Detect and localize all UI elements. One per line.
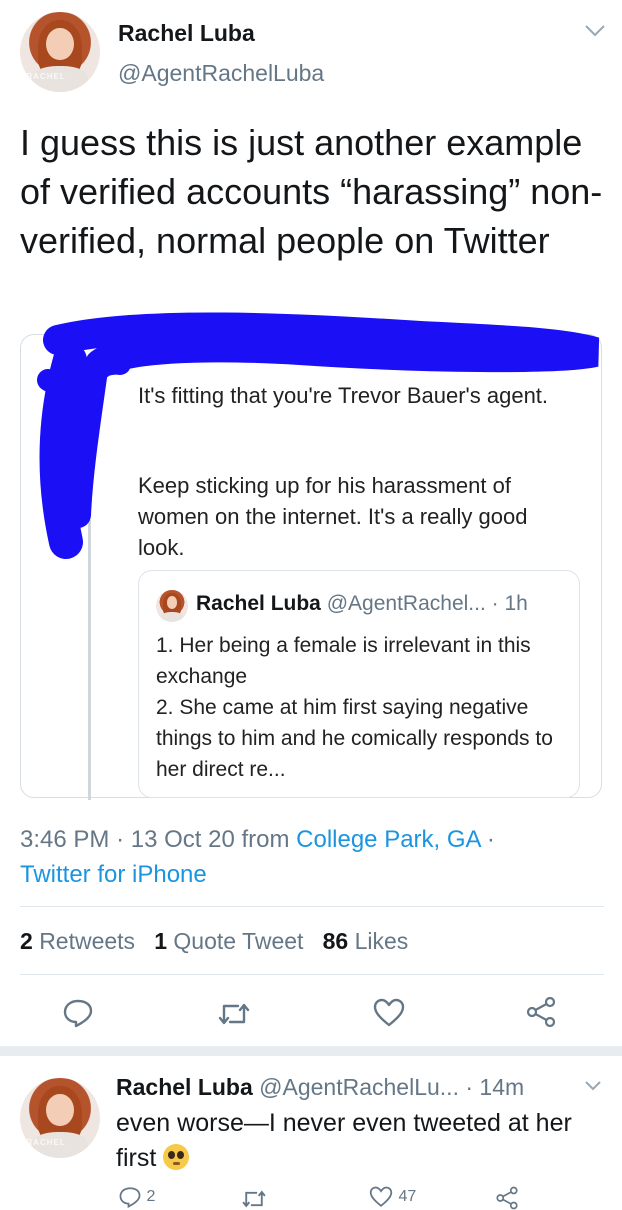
source-link[interactable]: Twitter for iPhone [20, 861, 207, 888]
nested-author-name: Rachel Luba [196, 592, 321, 615]
nested-avatar [156, 590, 188, 622]
retweets-count: 2 [20, 928, 33, 954]
meta-separator: · [116, 826, 125, 853]
reply-author-handle[interactable]: @AgentRachelLu... [259, 1074, 459, 1100]
section-separator [0, 1046, 622, 1056]
like-icon[interactable] [372, 998, 406, 1028]
meta-separator-2: · [486, 826, 495, 853]
tweet-meta: 3:46 PM · 13 Oct 20 from College Park, G… [20, 822, 610, 892]
reply-like-count: 47 [398, 1188, 417, 1206]
reply-text: even worse—I never even tweeted at her f… [116, 1106, 606, 1176]
nested-text: 1. Her being a female is irrelevant in t… [156, 634, 553, 781]
likes-count: 86 [322, 928, 349, 954]
tweet-time: 3:46 PM [20, 826, 110, 853]
quotes-label: Quote Tweet [173, 928, 304, 954]
author-name[interactable]: Rachel Luba [118, 20, 255, 47]
nested-header: Rachel Luba @AgentRachel... · 1h [196, 592, 528, 616]
author-avatar[interactable]: RACHEL [20, 12, 100, 92]
reply-avatar[interactable]: RACHEL [20, 1078, 100, 1158]
retweet-icon[interactable] [216, 1000, 252, 1028]
share-icon[interactable] [524, 996, 558, 1028]
divider [20, 974, 604, 975]
nested-time: · 1h [491, 592, 528, 615]
tweet-date: 13 Oct 20 [130, 826, 235, 853]
retweets-label: Retweets [39, 928, 136, 954]
reply-header: Rachel Luba @AgentRachelLu... · 14m [116, 1074, 524, 1101]
tweet-stats: 2 Retweets 1 Quote Tweet 86 Likes [20, 928, 408, 955]
reply-action-reply[interactable]: 2 [118, 1186, 155, 1208]
reply-action-retweet[interactable] [240, 1188, 268, 1210]
chevron-down-icon[interactable] [584, 1080, 602, 1092]
location-link[interactable]: College Park, GA [296, 826, 480, 853]
reply-action-like[interactable]: 47 [368, 1186, 416, 1208]
reply-author-name[interactable]: Rachel Luba [116, 1074, 253, 1100]
reply-time: · 14m [465, 1074, 525, 1100]
likes-stat[interactable]: 86 Likes [323, 928, 409, 954]
author-handle[interactable]: @AgentRachelLuba [118, 60, 324, 87]
pleading-face-emoji [163, 1144, 190, 1170]
redaction-scribble [37, 312, 600, 559]
reply-icon[interactable] [62, 998, 94, 1028]
nested-author-handle: @AgentRachel... [326, 592, 486, 615]
retweets-stat[interactable]: 2 Retweets [20, 928, 141, 954]
divider [20, 906, 604, 907]
reply-action-share[interactable] [494, 1186, 520, 1210]
quotes-stat[interactable]: 1 Quote Tweet [154, 928, 310, 954]
tweet-text: I guess this is just another example of … [20, 122, 603, 261]
quotes-count: 1 [154, 928, 168, 954]
reply-reply-count: 2 [146, 1188, 156, 1206]
from-label: from [241, 826, 290, 853]
chevron-down-icon[interactable] [584, 24, 606, 38]
likes-label: Likes [354, 928, 409, 954]
